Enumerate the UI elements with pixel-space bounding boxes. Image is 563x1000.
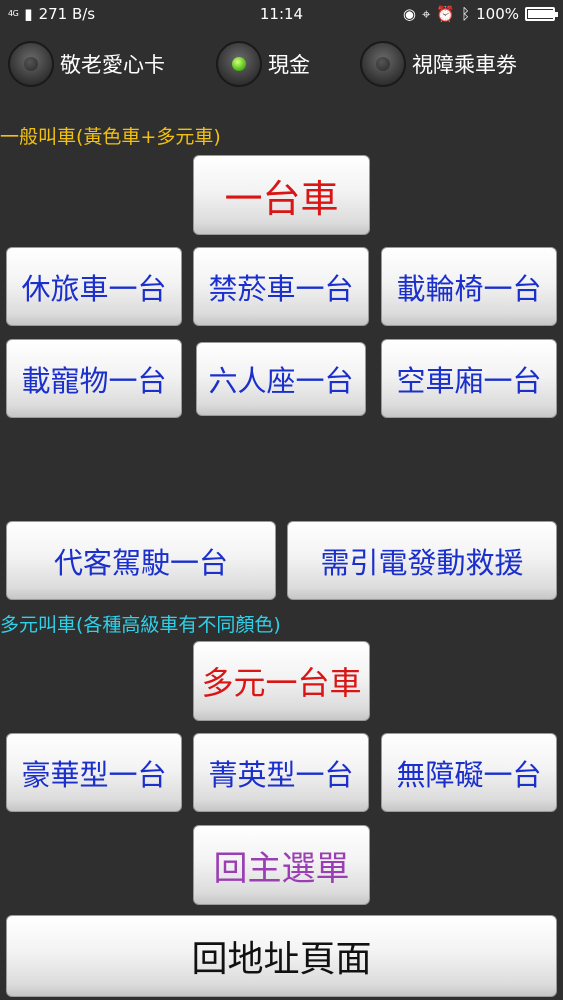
status-right: ◉ ⌖ ⏰ ᛒ 100% bbox=[402, 5, 558, 23]
six-seater-button[interactable]: 六人座一台 bbox=[196, 342, 366, 416]
radio-elderly-card[interactable]: 敬老愛心卡 bbox=[8, 40, 165, 88]
radio-visually-impaired-voucher[interactable]: 視障乘車劵 bbox=[360, 40, 517, 88]
radio-button-icon[interactable] bbox=[360, 41, 406, 87]
radio-dot bbox=[24, 57, 38, 71]
bluetooth-icon: ᛒ bbox=[461, 5, 471, 23]
multi-call-heading: 多元叫車(各種高級車有不同顏色) bbox=[0, 614, 281, 636]
radio-button-icon[interactable] bbox=[216, 41, 262, 87]
battery-fill bbox=[528, 10, 554, 18]
radio-label: 現金 bbox=[268, 53, 310, 77]
elite-button[interactable]: 菁英型一台 bbox=[193, 733, 369, 812]
back-to-address-button[interactable]: 回地址頁面 bbox=[6, 915, 557, 997]
empty-trunk-button[interactable]: 空車廂一台 bbox=[381, 339, 557, 418]
radio-dot bbox=[376, 57, 390, 71]
suv-button[interactable]: 休旅車一台 bbox=[6, 247, 182, 326]
accessible-button[interactable]: 無障礙一台 bbox=[381, 733, 557, 812]
alarm-icon: ⏰ bbox=[436, 5, 456, 23]
jump-start-button[interactable]: 需引電發動救援 bbox=[287, 521, 557, 600]
general-call-heading: 一般叫車(黃色車+多元車) bbox=[0, 126, 221, 148]
multi-one-car-button[interactable]: 多元一台車 bbox=[193, 641, 370, 721]
radio-dot bbox=[232, 57, 246, 71]
non-smoking-button[interactable]: 禁菸車一台 bbox=[193, 247, 369, 326]
one-car-button[interactable]: 一台車 bbox=[193, 155, 370, 235]
radio-label: 敬老愛心卡 bbox=[60, 53, 165, 77]
back-to-menu-button[interactable]: 回主選單 bbox=[193, 825, 370, 905]
wheelchair-button[interactable]: 載輪椅一台 bbox=[381, 247, 557, 326]
luxury-button[interactable]: 豪華型一台 bbox=[6, 733, 182, 812]
designated-driver-button[interactable]: 代客駕駛一台 bbox=[6, 521, 276, 600]
pet-button[interactable]: 載寵物一台 bbox=[6, 339, 182, 418]
eye-icon: ◉ bbox=[402, 5, 416, 23]
location-icon: ⌖ bbox=[421, 5, 431, 23]
radio-label: 視障乘車劵 bbox=[412, 53, 517, 77]
status-bar: 4G ▮ 271 B/s 11:14 ◉ ⌖ ⏰ ᛒ 100% bbox=[0, 0, 563, 30]
radio-button-icon[interactable] bbox=[8, 41, 54, 87]
battery-percent: 100% bbox=[476, 5, 519, 23]
radio-cash[interactable]: 現金 bbox=[216, 40, 310, 88]
battery-icon bbox=[525, 7, 558, 21]
